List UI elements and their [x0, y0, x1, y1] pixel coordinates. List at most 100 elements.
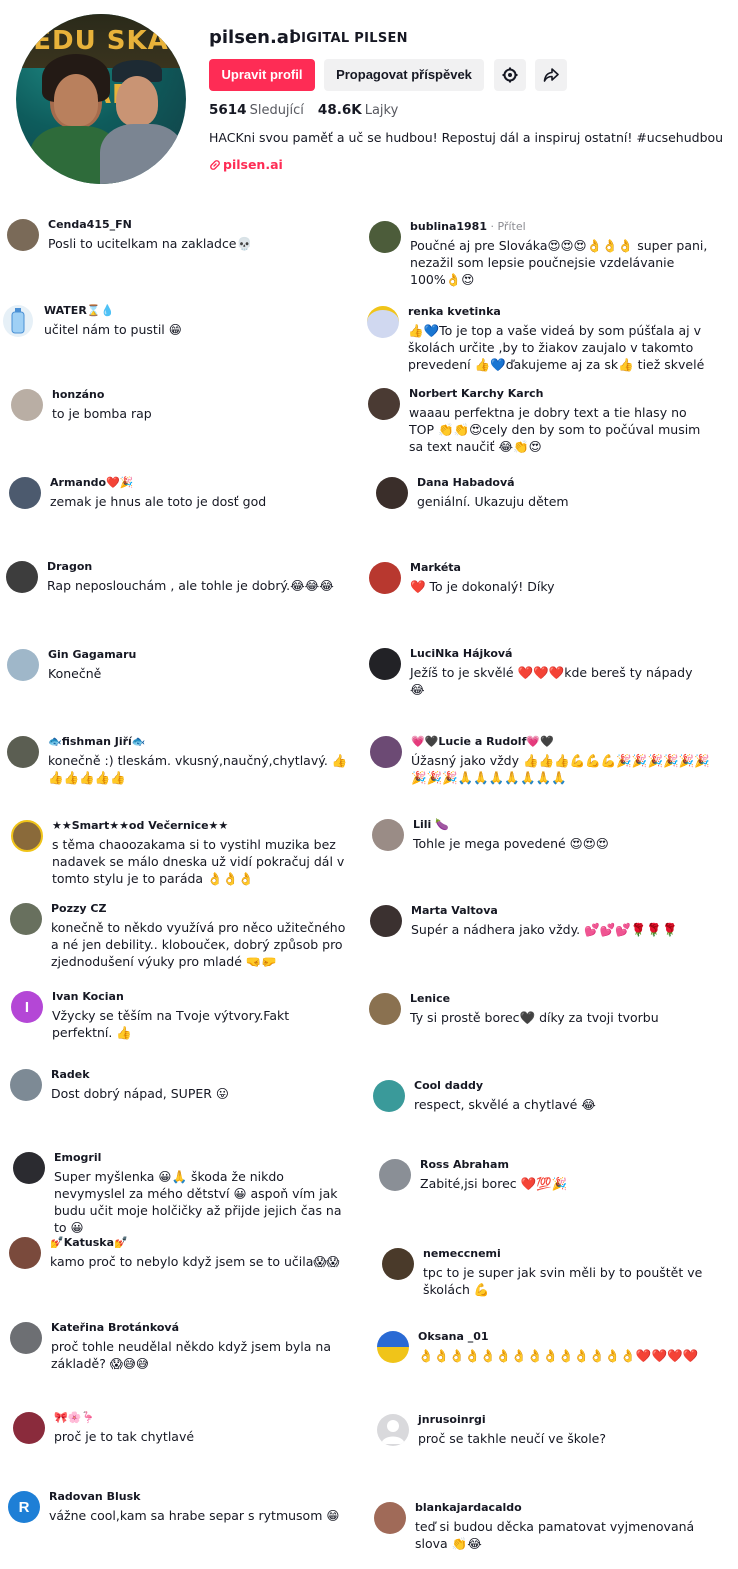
comment-text: zemak je hnus ale toto je dosť god [50, 494, 267, 509]
comment-text: kamo proč to nebylo když jsem se to učil… [50, 1254, 340, 1269]
avatar[interactable] [11, 820, 43, 852]
avatar[interactable] [9, 1237, 41, 1269]
comment-author[interactable]: Lenice [410, 991, 710, 1006]
avatar[interactable] [373, 1080, 405, 1112]
comment-author[interactable]: Gin Gagamaru [48, 647, 348, 662]
avatar[interactable] [10, 903, 42, 935]
comment-author[interactable]: Ross Abraham [420, 1157, 720, 1172]
comment-author[interactable]: ★★Smart★★od Večernice★★ [52, 818, 352, 833]
following-label[interactable]: Sledující [250, 103, 304, 118]
comment-text: vážne cool,kam sa hrabe separ s rytmusom… [49, 1508, 340, 1523]
avatar[interactable] [13, 1152, 45, 1184]
settings-button[interactable] [494, 59, 526, 91]
water-bottle-icon [11, 308, 25, 334]
comment-author[interactable]: renka kvetinka [408, 304, 708, 319]
comment-author[interactable]: 🎀🌸🦩 [54, 1410, 354, 1425]
comment-text: geniální. Ukazuju dětem [417, 494, 569, 509]
comment-text: proč je to tak chytlavé [54, 1429, 195, 1444]
comment-text: Rap neposlouchám , ale tohle je dobrý.😂😂… [47, 578, 334, 593]
avatar[interactable]: I [11, 991, 43, 1023]
avatar[interactable] [369, 562, 401, 594]
promote-post-button[interactable]: Propagovat příspěvek [324, 59, 484, 91]
author-name[interactable]: bublina1981 [410, 220, 487, 233]
comment-author[interactable]: Dana Habadová [417, 475, 717, 490]
comment-author[interactable]: Armando❤️🎉 [50, 475, 350, 490]
profile-link[interactable]: pilsen.ai [209, 157, 283, 172]
comment-text: 👌👌👌👌👌👌👌👌👌👌👌👌👌👌❤️❤️❤️❤️ [418, 1348, 699, 1363]
avatar[interactable] [11, 389, 43, 421]
comment-author[interactable]: Kateřina Brotánková [51, 1320, 351, 1335]
comment-text: teď si budou děcka pamatovat vyjmenovaná… [415, 1519, 695, 1551]
comment-text: 👍💙To je top a vaše videá by som púšťala … [408, 323, 705, 372]
comment-author[interactable]: Oksana _01 [418, 1329, 718, 1344]
comment-text: Zabité,jsi borec ❤️💯🎉 [420, 1176, 568, 1191]
avatar[interactable] [7, 649, 39, 681]
comment-text: tpc to je super jak svin měli by to pouš… [423, 1265, 703, 1297]
comment-author[interactable]: Marta Valtova [411, 903, 711, 918]
comment-text: proč tohle neudělal někdo když jsem byla… [51, 1339, 331, 1371]
avatar[interactable] [376, 477, 408, 509]
comment-author[interactable]: Emogril [54, 1150, 354, 1165]
gear-icon [502, 67, 518, 83]
comment-text: Vžycky se těším na Tvoje výtvory.Fakt pe… [52, 1008, 290, 1040]
avatar[interactable] [370, 736, 402, 768]
avatar[interactable] [10, 1322, 42, 1354]
avatar-person-left-face [54, 74, 98, 126]
avatar[interactable] [374, 1502, 406, 1534]
comment-author[interactable]: Norbert Karchy Karch [409, 386, 709, 401]
comment-author[interactable]: Radek [51, 1067, 351, 1082]
likes-count: 48.6K [317, 102, 362, 118]
avatar[interactable] [377, 1331, 409, 1363]
comment-author[interactable]: Pozzy CZ [51, 901, 351, 916]
avatar[interactable] [7, 736, 39, 768]
comment-author[interactable]: LuciNka Hájková [410, 646, 710, 661]
avatar[interactable] [7, 219, 39, 251]
avatar[interactable] [6, 561, 38, 593]
avatar[interactable] [377, 1414, 409, 1446]
avatar[interactable] [9, 477, 41, 509]
comment-author[interactable]: Ivan Kocian [52, 989, 352, 1004]
comment-author[interactable]: 💅Katuska💅 [50, 1235, 350, 1250]
avatar[interactable] [382, 1248, 414, 1280]
avatar[interactable] [10, 1069, 42, 1101]
avatar[interactable] [369, 648, 401, 680]
comment-author[interactable]: Lili 🍆 [413, 817, 713, 832]
comment-author[interactable]: 🐟fishman Jiří🐟 [48, 734, 348, 749]
comment-author[interactable]: 💗🖤Lucie a Rudolf💗🖤 [411, 734, 711, 749]
comment-text: konečně :) tleskám. vkusný,naučný,chytla… [48, 753, 348, 785]
comment-author[interactable]: WATER⌛💧 [44, 303, 344, 318]
comment-text: proč se takhle neučí ve škole? [418, 1431, 606, 1446]
comment-author[interactable]: jnrusoinrgi [418, 1412, 718, 1427]
comment-author[interactable]: Cenda415_FN [48, 217, 348, 232]
avatar[interactable] [372, 819, 404, 851]
avatar[interactable] [13, 1412, 45, 1444]
profile-link-text[interactable]: pilsen.ai [223, 157, 283, 172]
avatar[interactable] [379, 1159, 411, 1191]
comment-text: to je bomba rap [52, 406, 152, 421]
comment-author[interactable]: Cool daddy [414, 1078, 714, 1093]
avatar[interactable]: R [8, 1491, 40, 1523]
profile-avatar[interactable]: EDU SKA RAP [16, 14, 186, 184]
comment-text: respect, skvělé a chytlavé 😂 [414, 1097, 596, 1112]
share-profile-button[interactable] [535, 59, 567, 91]
comment-author[interactable]: blankajardacaldo [415, 1500, 715, 1515]
profile-stats: 5614 Sledující 48.6K Lajky [209, 102, 398, 118]
comment-author[interactable]: honzáno [52, 387, 352, 402]
avatar[interactable] [368, 388, 400, 420]
comment-text: Dost dobrý nápad, SUPER 😛 [51, 1086, 229, 1101]
comment-author[interactable]: Radovan Blusk [49, 1489, 349, 1504]
avatar[interactable] [369, 993, 401, 1025]
comment-author[interactable]: bublina1981 · Přítel [410, 219, 710, 234]
comment-author[interactable]: Markéta [410, 560, 710, 575]
comment-author[interactable]: nemeccnemi [423, 1246, 723, 1261]
avatar[interactable] [369, 221, 401, 253]
friend-tag: · Přítel [487, 220, 526, 233]
avatar[interactable] [367, 306, 399, 338]
following-count[interactable]: 5614 [209, 102, 247, 118]
avatar[interactable] [3, 305, 33, 337]
comment-author[interactable]: Dragon [47, 559, 347, 574]
edit-profile-button[interactable]: Upravit profil [209, 59, 315, 91]
avatar[interactable] [370, 905, 402, 937]
comment-text: Konečně [48, 666, 102, 681]
comment-text: Ty si prostě borec🖤 díky za tvoji tvorbu [410, 1010, 659, 1025]
